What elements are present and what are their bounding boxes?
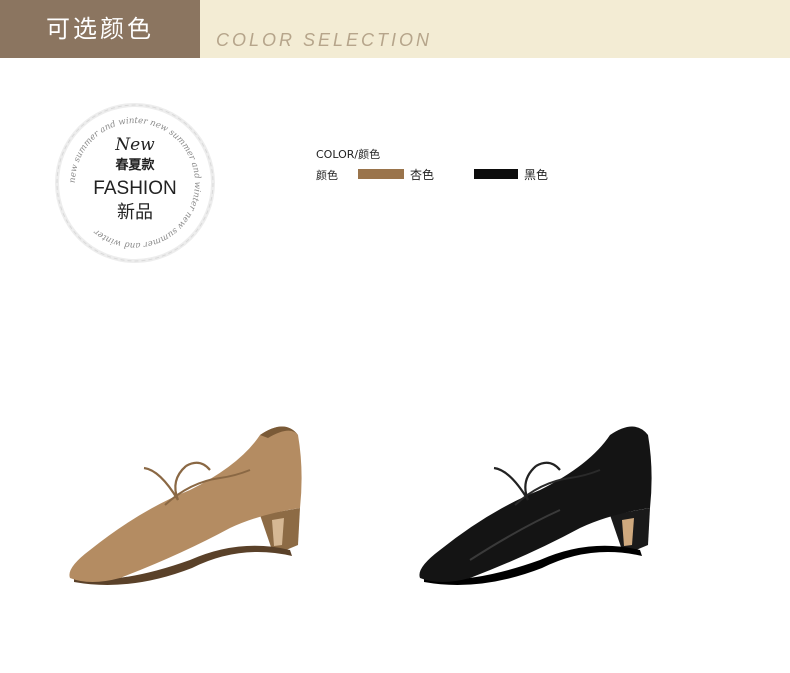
new-fashion-badge: new summer and winter new summer and win… xyxy=(55,103,215,263)
badge-new-text: New xyxy=(114,135,155,155)
black-shoe-image[interactable] xyxy=(410,410,670,590)
apricot-shoe-image[interactable] xyxy=(60,410,320,590)
black-color-name: 黑色 xyxy=(524,168,549,182)
apricot-color-name: 杏色 xyxy=(410,168,435,182)
black-color-swatch[interactable] xyxy=(474,169,518,179)
apricot-color-swatch[interactable] xyxy=(358,169,404,179)
badge-newproduct-text: 新品 xyxy=(117,202,153,223)
color-legend-title: COLOR/颜色 xyxy=(316,148,381,161)
banner-title-en: COLOR SELECTION xyxy=(216,30,433,50)
color-legend-label: 颜色 xyxy=(316,169,338,182)
banner-title-cn: 可选颜色 xyxy=(0,0,200,58)
color-selection-banner: 可选颜色 COLOR SELECTION xyxy=(0,0,790,58)
badge-season-text: 春夏款 xyxy=(114,157,155,173)
badge-fashion-text: FASHION xyxy=(93,178,176,199)
